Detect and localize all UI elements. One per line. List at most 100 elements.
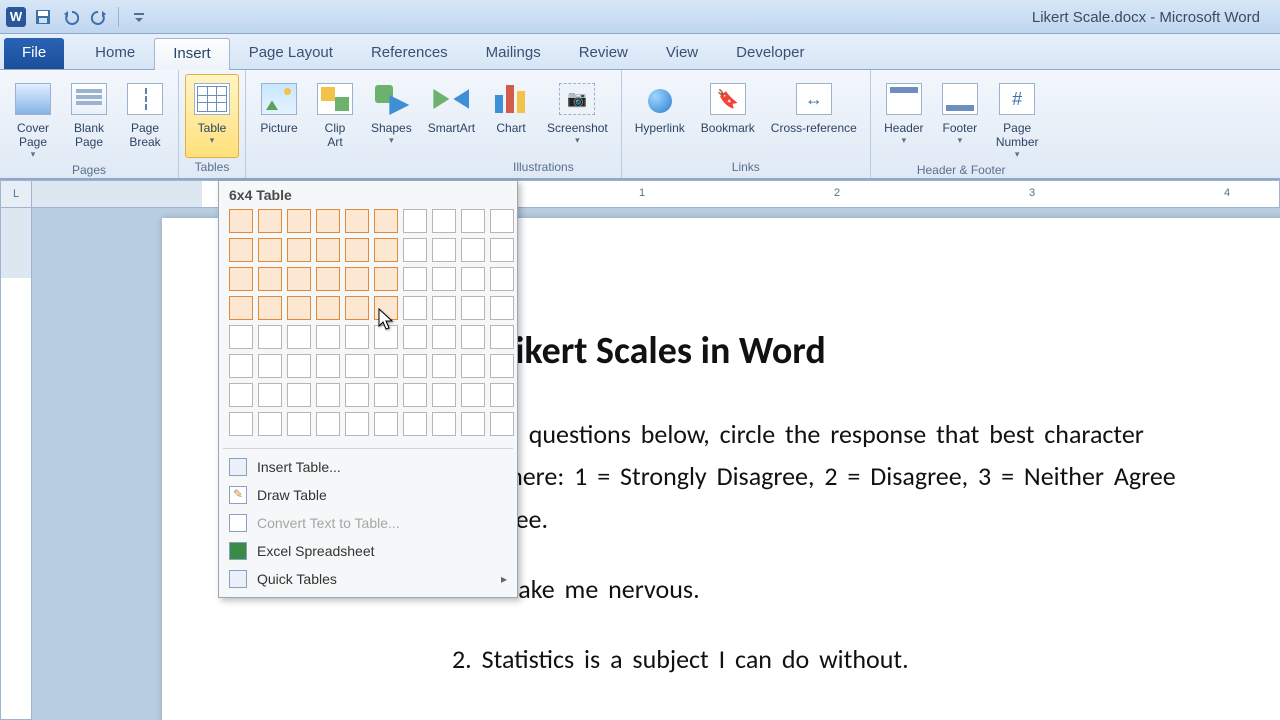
table-grid-cell[interactable] bbox=[461, 354, 485, 378]
table-grid-cell[interactable] bbox=[432, 267, 456, 291]
tab-page-layout[interactable]: Page Layout bbox=[230, 37, 352, 69]
table-grid-cell[interactable] bbox=[316, 354, 340, 378]
save-button[interactable] bbox=[32, 6, 54, 28]
table-grid-cell[interactable] bbox=[258, 354, 282, 378]
table-grid-cell[interactable] bbox=[490, 238, 514, 262]
table-grid-cell[interactable] bbox=[432, 325, 456, 349]
table-button[interactable]: Table bbox=[185, 74, 239, 158]
vertical-ruler[interactable] bbox=[0, 208, 32, 720]
table-grid-cell[interactable] bbox=[229, 354, 253, 378]
table-grid-cell[interactable] bbox=[287, 209, 311, 233]
footer-button[interactable]: Footer bbox=[933, 74, 987, 161]
table-grid-cell[interactable] bbox=[229, 412, 253, 436]
bookmark-button[interactable]: Bookmark bbox=[694, 74, 762, 158]
qat-customize-button[interactable] bbox=[128, 6, 150, 28]
tab-references[interactable]: References bbox=[352, 37, 467, 69]
table-grid-cell[interactable] bbox=[258, 412, 282, 436]
redo-button[interactable] bbox=[88, 6, 110, 28]
table-grid-cell[interactable] bbox=[316, 412, 340, 436]
blank-page-button[interactable]: BlankPage bbox=[62, 74, 116, 161]
table-grid-cell[interactable] bbox=[403, 296, 427, 320]
table-grid-cell[interactable] bbox=[258, 238, 282, 262]
table-grid-cell[interactable] bbox=[316, 325, 340, 349]
table-grid-cell[interactable] bbox=[432, 412, 456, 436]
chart-button[interactable]: Chart bbox=[484, 74, 538, 158]
table-grid-cell[interactable] bbox=[490, 325, 514, 349]
table-grid-cell[interactable] bbox=[258, 296, 282, 320]
table-grid-cell[interactable] bbox=[490, 267, 514, 291]
table-grid-cell[interactable] bbox=[403, 238, 427, 262]
undo-button[interactable] bbox=[60, 6, 82, 28]
table-grid-cell[interactable] bbox=[461, 209, 485, 233]
table-grid-cell[interactable] bbox=[432, 296, 456, 320]
table-grid-cell[interactable] bbox=[490, 383, 514, 407]
tab-developer[interactable]: Developer bbox=[717, 37, 823, 69]
table-grid-cell[interactable] bbox=[461, 296, 485, 320]
picture-button[interactable]: Picture bbox=[252, 74, 306, 158]
table-grid-cell[interactable] bbox=[229, 296, 253, 320]
excel-spreadsheet-item[interactable]: Excel Spreadsheet bbox=[219, 537, 517, 565]
ruler-corner[interactable]: L bbox=[0, 180, 32, 208]
header-button[interactable]: Header bbox=[877, 74, 931, 161]
table-grid-cell[interactable] bbox=[258, 209, 282, 233]
table-grid-cell[interactable] bbox=[461, 267, 485, 291]
table-grid-cell[interactable] bbox=[461, 412, 485, 436]
table-grid-cell[interactable] bbox=[287, 296, 311, 320]
table-grid-cell[interactable] bbox=[374, 238, 398, 262]
table-grid-cell[interactable] bbox=[403, 325, 427, 349]
table-grid-cell[interactable] bbox=[316, 267, 340, 291]
tab-file[interactable]: File bbox=[4, 38, 64, 69]
table-grid-cell[interactable] bbox=[461, 383, 485, 407]
table-grid-cell[interactable] bbox=[316, 296, 340, 320]
draw-table-item[interactable]: Draw Table bbox=[219, 481, 517, 509]
table-grid-cell[interactable] bbox=[258, 383, 282, 407]
table-grid-cell[interactable] bbox=[287, 238, 311, 262]
screenshot-button[interactable]: Screenshot bbox=[540, 74, 615, 158]
shapes-button[interactable]: Shapes bbox=[364, 74, 419, 158]
cross-reference-button[interactable]: Cross-reference bbox=[764, 74, 864, 158]
table-grid-cell[interactable] bbox=[490, 296, 514, 320]
table-grid-cell[interactable] bbox=[316, 209, 340, 233]
table-grid-cell[interactable] bbox=[229, 267, 253, 291]
table-grid-cell[interactable] bbox=[316, 238, 340, 262]
table-grid-cell[interactable] bbox=[374, 412, 398, 436]
table-grid-cell[interactable] bbox=[345, 267, 369, 291]
table-grid-cell[interactable] bbox=[229, 325, 253, 349]
table-grid-cell[interactable] bbox=[345, 354, 369, 378]
table-grid-cell[interactable] bbox=[345, 238, 369, 262]
table-grid-cell[interactable] bbox=[432, 209, 456, 233]
table-grid-cell[interactable] bbox=[229, 238, 253, 262]
table-grid-cell[interactable] bbox=[258, 325, 282, 349]
clip-art-button[interactable]: ClipArt bbox=[308, 74, 362, 158]
table-grid-cell[interactable] bbox=[490, 354, 514, 378]
table-grid-cell[interactable] bbox=[345, 209, 369, 233]
table-grid-cell[interactable] bbox=[345, 383, 369, 407]
table-grid-cell[interactable] bbox=[287, 325, 311, 349]
table-grid-cell[interactable] bbox=[403, 412, 427, 436]
table-grid-cell[interactable] bbox=[287, 354, 311, 378]
table-grid-cell[interactable] bbox=[287, 383, 311, 407]
tab-home[interactable]: Home bbox=[76, 37, 154, 69]
table-grid-cell[interactable] bbox=[490, 412, 514, 436]
table-grid-cell[interactable] bbox=[461, 238, 485, 262]
tab-view[interactable]: View bbox=[647, 37, 717, 69]
table-grid-cell[interactable] bbox=[403, 209, 427, 233]
cover-page-button[interactable]: CoverPage bbox=[6, 74, 60, 161]
tab-mailings[interactable]: Mailings bbox=[467, 37, 560, 69]
table-grid-cell[interactable] bbox=[345, 296, 369, 320]
table-grid-cell[interactable] bbox=[432, 238, 456, 262]
table-grid-cell[interactable] bbox=[287, 267, 311, 291]
table-grid-cell[interactable] bbox=[461, 325, 485, 349]
table-grid-cell[interactable] bbox=[374, 354, 398, 378]
table-grid-cell[interactable] bbox=[229, 209, 253, 233]
table-grid-cell[interactable] bbox=[403, 354, 427, 378]
table-grid-cell[interactable] bbox=[345, 412, 369, 436]
tab-insert[interactable]: Insert bbox=[154, 38, 230, 70]
table-grid-cell[interactable] bbox=[374, 209, 398, 233]
table-grid-cell[interactable] bbox=[432, 354, 456, 378]
quick-tables-item[interactable]: Quick Tables bbox=[219, 565, 517, 593]
hyperlink-button[interactable]: Hyperlink bbox=[628, 74, 692, 158]
page-number-button[interactable]: PageNumber bbox=[989, 74, 1046, 161]
smartart-button[interactable]: SmartArt bbox=[421, 74, 482, 158]
table-grid-cell[interactable] bbox=[403, 383, 427, 407]
